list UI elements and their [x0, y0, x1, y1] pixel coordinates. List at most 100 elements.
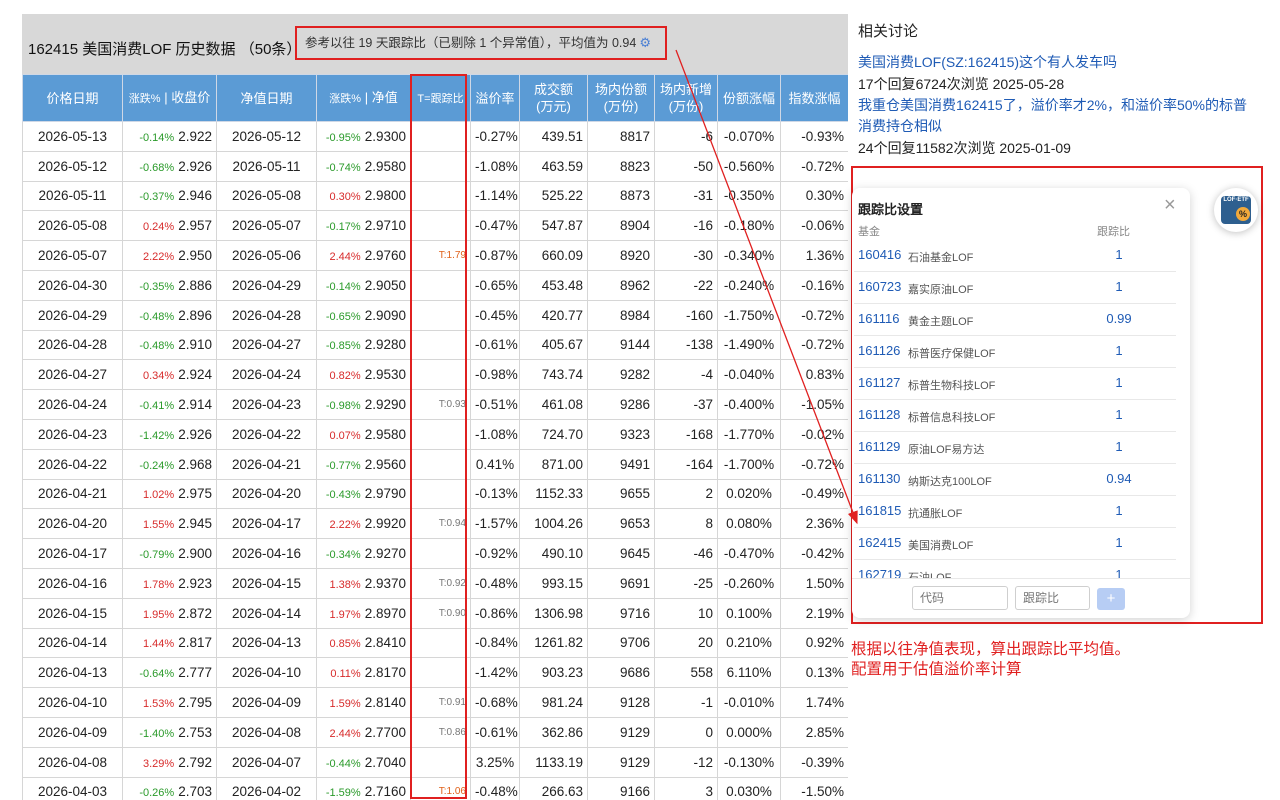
fund-row[interactable]: 161128 标普信息科技LOF 1	[854, 400, 1176, 432]
fund-code: 161129	[858, 439, 901, 454]
premium-rate: -0.87%	[470, 240, 520, 271]
fund-name: 标普信息科技LOF	[908, 412, 996, 424]
tracking-ratio	[410, 418, 471, 450]
fund-row[interactable]: 162719 石油LOF 1	[854, 560, 1176, 578]
col-share-growth[interactable]: 份额涨幅	[717, 74, 781, 122]
close-icon[interactable]: ×	[1164, 194, 1176, 217]
discussion-link-1[interactable]: 美国消费LOF(SZ:162415)这个有人发车吗	[858, 52, 1117, 73]
tracking-ratio	[410, 359, 471, 391]
fund-row[interactable]: 161129 原油LOF易方达 1	[854, 432, 1176, 464]
discussion-link-2[interactable]: 我重仓美国消费162415了，溢价率才2%，和溢价率50%的标普消费持仓相似	[858, 95, 1258, 137]
fund-code: 162415	[858, 535, 902, 550]
index-change: -0.42%	[780, 538, 848, 569]
nav-value: 2.9560	[364, 456, 406, 472]
tracking-ratio	[410, 210, 471, 242]
trade-amount: 463.59	[519, 150, 588, 182]
col-new-shares[interactable]: 场内新增 (万份)	[654, 74, 718, 122]
col-nav[interactable]: 涨跌% | 净值	[316, 74, 411, 122]
fund-ratio[interactable]: 1	[1098, 567, 1140, 578]
fund-name: 标普生物科技LOF	[908, 380, 996, 392]
float-icon-label: LOF·ETF	[1223, 197, 1249, 203]
gear-icon[interactable]: ⚙	[639, 35, 651, 50]
new-shares: -12	[654, 746, 718, 778]
fund-row[interactable]: 161126 标普医疗保健LOF 1	[854, 336, 1176, 368]
new-shares: 2	[654, 478, 718, 510]
trade-amount: 724.70	[519, 418, 588, 450]
fund-ratio[interactable]: 1	[1098, 279, 1140, 294]
nav-change: 0.82%	[329, 370, 361, 383]
fund-list[interactable]: 160416 石油基金LOF 1 160723 嘉实原油LOF 1 161116 黄金主题LO…	[852, 240, 1182, 578]
close-price: 2.926	[178, 426, 212, 442]
fund-row[interactable]: 160416 石油基金LOF 1	[854, 240, 1176, 272]
shares: 9716	[587, 597, 655, 629]
index-change: -0.16%	[780, 269, 848, 301]
index-change: -0.02%	[780, 418, 848, 450]
col-nav-date[interactable]: 净值日期	[216, 74, 317, 122]
index-change: 1.36%	[780, 240, 848, 271]
col-amount[interactable]: 成交额 (万元)	[519, 74, 588, 122]
index-change: -1.50%	[780, 776, 848, 800]
share-growth: 0.030%	[717, 776, 781, 800]
fund-name: 石油基金LOF	[908, 252, 974, 264]
fund-code: 161126	[858, 343, 901, 358]
index-change: -0.72%	[780, 299, 848, 331]
col-tracking[interactable]: T=跟踪比	[410, 74, 471, 122]
fund-ratio[interactable]: 1	[1098, 439, 1140, 454]
price-date: 2026-04-20	[22, 508, 123, 540]
dialog-col-fund: 基金	[858, 226, 880, 238]
fund-row[interactable]: 161130 纳斯达克100LOF 0.94	[854, 464, 1176, 496]
fund-row[interactable]: 162415 美国消费LOF 1	[854, 528, 1176, 560]
nav-change: -0.17%	[325, 221, 361, 234]
lof-etf-float-button[interactable]: LOF·ETF %	[1214, 188, 1258, 232]
premium-rate: -1.08%	[470, 150, 520, 182]
col-price-date[interactable]: 价格日期	[22, 74, 123, 122]
fund-ratio[interactable]: 1	[1098, 247, 1140, 262]
col-close[interactable]: 涨跌% | 收盘价	[122, 74, 217, 122]
close-change: -0.24%	[139, 459, 175, 472]
price-date: 2026-04-08	[22, 746, 123, 778]
fund-ratio[interactable]: 0.94	[1098, 471, 1140, 486]
fund-ratio[interactable]: 1	[1098, 407, 1140, 422]
fund-ratio[interactable]: 1	[1098, 535, 1140, 550]
close-price: 2.753	[178, 724, 212, 740]
table-row: 2026-04-24 -0.41% 2.914 2026-04-23 -0.98% 2.9…	[22, 389, 848, 420]
col-shares[interactable]: 场内份额 (万份)	[587, 74, 655, 122]
nav-date: 2026-04-23	[216, 389, 317, 420]
nav-date: 2026-05-12	[216, 121, 317, 152]
fund-ratio[interactable]: 1	[1098, 375, 1140, 390]
shares: 9129	[587, 716, 655, 748]
fund-row[interactable]: 161127 标普生物科技LOF 1	[854, 368, 1176, 400]
fund-ratio[interactable]: 1	[1098, 343, 1140, 358]
close-cell: -0.64% 2.777	[122, 657, 217, 689]
fund-ratio[interactable]: 0.99	[1098, 311, 1140, 326]
shares: 9128	[587, 687, 655, 718]
nav-date: 2026-04-27	[216, 329, 317, 361]
add-button[interactable]: +	[1097, 588, 1125, 610]
price-date: 2026-04-15	[22, 597, 123, 629]
code-input[interactable]	[912, 586, 1008, 610]
trade-amount: 525.22	[519, 180, 588, 212]
trade-amount: 1261.82	[519, 627, 588, 659]
nav-cell: -0.44% 2.7040	[316, 746, 411, 778]
close-price: 2.924	[178, 367, 212, 383]
price-date: 2026-04-29	[22, 299, 123, 331]
col-index-change[interactable]: 指数涨幅	[780, 74, 848, 122]
share-growth: -0.260%	[717, 567, 781, 599]
price-date: 2026-04-14	[22, 627, 123, 659]
col-premium[interactable]: 溢价率	[470, 74, 520, 122]
tracking-ratio	[410, 478, 471, 510]
fund-row[interactable]: 161116 黄金主题LOF 0.99	[854, 304, 1176, 336]
nav-value: 2.9050	[364, 277, 406, 293]
share-growth: -0.400%	[717, 389, 781, 420]
tracking-ratio	[410, 746, 471, 778]
fund-row[interactable]: 160723 嘉实原油LOF 1	[854, 272, 1176, 304]
new-shares: 558	[654, 657, 718, 689]
shares: 9706	[587, 627, 655, 659]
fund-ratio[interactable]: 1	[1098, 503, 1140, 518]
fund-row[interactable]: 161815 抗通胀LOF 1	[854, 496, 1176, 528]
table-row: 2026-04-29 -0.48% 2.896 2026-04-28 -0.65% 2.9…	[22, 299, 848, 331]
nav-cell: -0.17% 2.9710	[316, 210, 411, 242]
tracking-note-text: 参考以往 19 天跟踪比（已剔除 1 个异常值），平均值为 0.94	[305, 36, 637, 50]
premium-rate: -0.61%	[470, 716, 520, 748]
ratio-input[interactable]	[1015, 586, 1090, 610]
